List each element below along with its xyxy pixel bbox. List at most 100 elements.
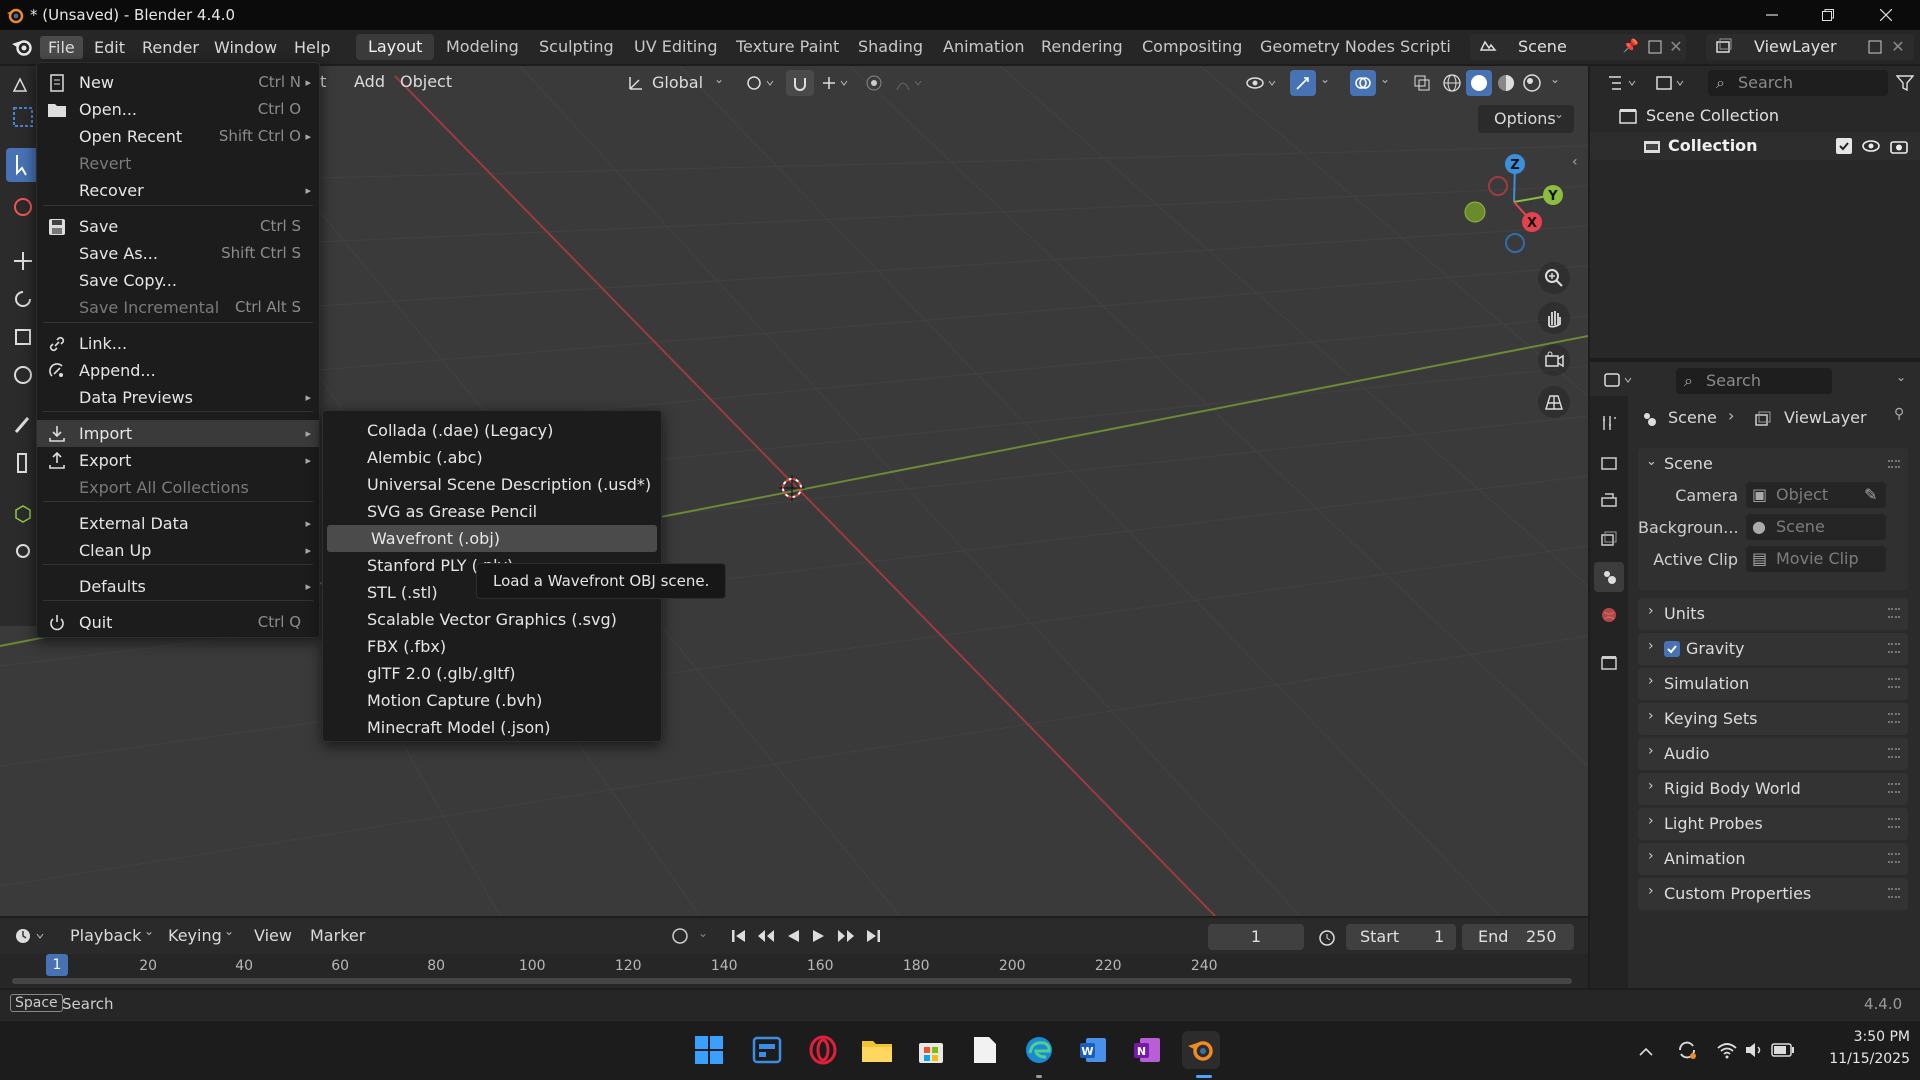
menu-render[interactable]: Render bbox=[134, 36, 207, 59]
file-menu-item-open[interactable]: Open... Ctrl O bbox=[37, 96, 319, 123]
output-tab-icon[interactable] bbox=[1596, 488, 1622, 514]
panel-light-probes[interactable]: › Light Probes bbox=[1638, 808, 1908, 840]
word-icon[interactable]: W bbox=[1074, 1031, 1112, 1069]
import-menu-item-universal-scene-description-usd[interactable]: Universal Scene Description (.usd*) bbox=[323, 471, 661, 498]
file-menu-item-recover[interactable]: Recover ▸ bbox=[37, 177, 319, 204]
jump-end-icon[interactable] bbox=[862, 925, 884, 947]
viewlayer-selector[interactable]: ViewLayer ✕ bbox=[1706, 34, 1914, 60]
file-menu-item-import[interactable]: Import ▸ bbox=[37, 420, 319, 447]
edge-icon[interactable] bbox=[1020, 1031, 1058, 1069]
panel-units[interactable]: › Units bbox=[1638, 598, 1908, 630]
tab-modeling[interactable]: Modeling bbox=[434, 34, 531, 60]
store-icon[interactable] bbox=[912, 1031, 950, 1069]
import-menu-item-wavefront-obj[interactable]: Wavefront (.obj) bbox=[327, 525, 657, 552]
drag-handle-icon[interactable] bbox=[1888, 888, 1900, 898]
drag-handle-icon[interactable] bbox=[1888, 783, 1900, 793]
play-reverse-icon[interactable] bbox=[782, 925, 804, 947]
material-preview-icon[interactable] bbox=[1494, 71, 1518, 95]
chevron-down-icon[interactable]: ⌄ bbox=[1896, 370, 1906, 384]
scene-tab-icon[interactable] bbox=[1594, 562, 1624, 592]
filter-icon[interactable] bbox=[1894, 72, 1916, 94]
jump-start-icon[interactable] bbox=[728, 925, 750, 947]
editor-type-icon[interactable] bbox=[6, 68, 40, 102]
zoom-icon[interactable] bbox=[1538, 262, 1570, 294]
file-menu-item-save[interactable]: Save Ctrl S bbox=[37, 213, 319, 240]
prev-keyframe-icon[interactable] bbox=[754, 925, 778, 947]
cursor-tool-icon[interactable] bbox=[6, 148, 40, 182]
file-menu-item-open-recent[interactable]: Open Recent Shift Ctrl O ▸ bbox=[37, 123, 319, 150]
view-menu[interactable]: View bbox=[246, 923, 300, 949]
notepad-icon[interactable] bbox=[966, 1031, 1004, 1069]
battery-icon[interactable] bbox=[1770, 1037, 1796, 1063]
import-menu-item-minecraft-model-json[interactable]: Minecraft Model (.json) bbox=[323, 714, 661, 741]
restore-icon[interactable] bbox=[1800, 0, 1856, 30]
new-scene-icon[interactable] bbox=[1646, 38, 1664, 56]
snap-icon[interactable] bbox=[786, 70, 814, 96]
view-layer-tab-icon[interactable] bbox=[1596, 526, 1622, 552]
import-menu-item-motion-capture-bvh[interactable]: Motion Capture (.bvh) bbox=[323, 687, 661, 714]
annotate-tool-icon[interactable] bbox=[6, 408, 40, 442]
opera-icon[interactable] bbox=[804, 1031, 842, 1069]
file-menu-item-save-copy[interactable]: Save Copy... bbox=[37, 267, 319, 294]
rendered-shading-icon[interactable] bbox=[1520, 71, 1544, 95]
active-clip-field[interactable]: ▤ Movie Clip bbox=[1746, 546, 1886, 572]
falloff-icon[interactable] bbox=[890, 71, 930, 95]
drag-handle-icon[interactable] bbox=[1888, 713, 1900, 723]
pin-icon[interactable]: 📌 bbox=[1622, 38, 1640, 56]
tab-uv-editing[interactable]: UV Editing bbox=[622, 34, 729, 60]
import-menu-item-svg-as-grease-pencil[interactable]: SVG as Grease Pencil bbox=[323, 498, 661, 525]
outliner-editor-type-icon[interactable] bbox=[1604, 71, 1644, 95]
drag-handle-icon[interactable] bbox=[1888, 460, 1900, 468]
outliner-search-input[interactable]: ⌕ Search bbox=[1708, 70, 1888, 96]
new-viewlayer-icon[interactable] bbox=[1866, 38, 1884, 56]
shading-chevron-icon[interactable]: ⌄ bbox=[1550, 72, 1560, 86]
timeline-scrollbar[interactable] bbox=[12, 978, 1572, 984]
timeline-editor-type-icon[interactable] bbox=[12, 925, 52, 947]
panel-animation[interactable]: › Animation bbox=[1638, 843, 1908, 875]
sync-icon[interactable] bbox=[1674, 1037, 1700, 1063]
chevron-down-icon[interactable]: ⌄ bbox=[1646, 454, 1657, 469]
scene-collection-label[interactable]: Scene Collection bbox=[1646, 106, 1779, 125]
file-menu-item-defaults[interactable]: Defaults ▸ bbox=[37, 573, 319, 600]
tab-rendering[interactable]: Rendering bbox=[1029, 34, 1135, 60]
scale-tool-icon[interactable] bbox=[6, 320, 40, 354]
collection-tab-icon[interactable] bbox=[1596, 650, 1622, 676]
file-menu-item-new[interactable]: New Ctrl N ▸ bbox=[37, 69, 319, 96]
xray-icon[interactable] bbox=[1410, 71, 1434, 95]
pan-hand-icon[interactable] bbox=[1538, 302, 1570, 334]
file-menu-item-export[interactable]: Export ▸ bbox=[37, 447, 319, 474]
camera-field[interactable]: ▣ Object ✎ bbox=[1746, 482, 1886, 508]
marker-menu[interactable]: Marker bbox=[302, 923, 373, 949]
background-field[interactable]: ● Scene bbox=[1746, 514, 1886, 540]
solid-shading-icon[interactable] bbox=[1466, 70, 1492, 96]
pivot-point-icon[interactable] bbox=[740, 71, 780, 95]
overlays-chevron-icon[interactable]: ⌄ bbox=[1380, 72, 1390, 86]
sidebar-toggle-icon[interactable]: ‹ bbox=[1572, 154, 1578, 170]
file-menu-item-quit[interactable]: Quit Ctrl Q bbox=[37, 609, 319, 636]
3d-cursor-icon[interactable] bbox=[779, 475, 805, 501]
delete-scene-icon[interactable]: ✕ bbox=[1668, 37, 1684, 56]
pin-icon[interactable]: ⚲ bbox=[1894, 406, 1904, 422]
use-preview-range-icon[interactable] bbox=[1316, 926, 1338, 948]
panel-rigid-body-world[interactable]: › Rigid Body World bbox=[1638, 773, 1908, 805]
drag-handle-icon[interactable] bbox=[1888, 678, 1900, 688]
end-frame-field[interactable]: End 250 bbox=[1462, 924, 1574, 950]
widgets-icon[interactable] bbox=[748, 1031, 786, 1069]
clock-date[interactable]: 11/15/2025 bbox=[1810, 1051, 1910, 1067]
blender-taskbar-icon[interactable] bbox=[1182, 1031, 1220, 1069]
delete-viewlayer-icon[interactable]: ✕ bbox=[1890, 37, 1906, 56]
transform-tool-icon[interactable] bbox=[6, 358, 40, 392]
panel-custom-properties[interactable]: › Custom Properties bbox=[1638, 878, 1908, 910]
menu-edit[interactable]: Edit bbox=[86, 36, 133, 59]
shear-tool-icon[interactable] bbox=[6, 534, 40, 568]
menu-file[interactable]: File bbox=[40, 36, 83, 59]
scene-selector[interactable]: Scene 📌 ✕ bbox=[1470, 34, 1686, 60]
visibility-icon[interactable] bbox=[1240, 71, 1284, 95]
overlays-icon[interactable] bbox=[1350, 70, 1376, 96]
tab-animation[interactable]: Animation bbox=[931, 34, 1037, 60]
current-frame-field[interactable]: 1 bbox=[1208, 924, 1304, 950]
object-menu[interactable]: Object bbox=[392, 69, 460, 95]
import-menu-item-gltf-2-0-glb-gltf[interactable]: glTF 2.0 (.glb/.gltf) bbox=[323, 660, 661, 687]
proportional-editing-icon[interactable] bbox=[862, 71, 886, 95]
file-menu-item-save-as[interactable]: Save As... Shift Ctrl S bbox=[37, 240, 319, 267]
